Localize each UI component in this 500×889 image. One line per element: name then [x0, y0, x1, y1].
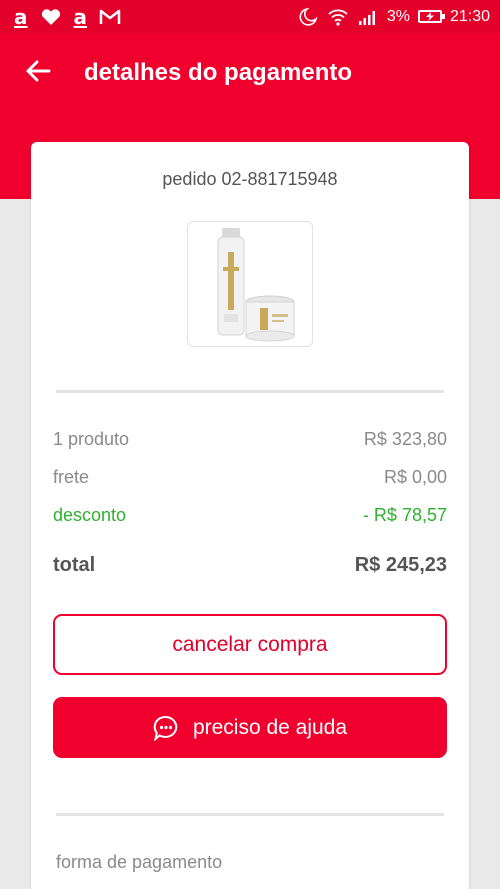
- discount-label: desconto: [53, 505, 127, 525]
- night-mode-icon: [297, 7, 319, 26]
- total-value: R$ 245,23: [354, 554, 447, 576]
- products-label: 1 produto: [53, 429, 130, 449]
- chat-bubble-icon: [153, 715, 179, 741]
- gmail-icon: [99, 8, 121, 26]
- divider: [56, 390, 444, 393]
- clock: 21:30: [449, 7, 490, 25]
- summary-shipping-row: frete R$ 0,00: [53, 467, 447, 488]
- need-help-label: preciso de ajuda: [192, 715, 348, 739]
- americanas-a-icon: a: [73, 4, 88, 29]
- arrow-left-icon[interactable]: [22, 55, 54, 87]
- product-image: [217, 228, 295, 342]
- order-number: pedido 02-881715948: [162, 169, 338, 189]
- americanas-a-icon: a: [14, 4, 28, 29]
- shipping-value: R$ 0,00: [383, 467, 447, 487]
- heart-icon: [40, 8, 62, 26]
- status-bar: a a 3% 21:30: [0, 0, 500, 33]
- shipping-label: frete: [53, 467, 90, 487]
- summary-discount-row: desconto - R$ 78,57: [53, 505, 447, 526]
- payment-method-label: forma de pagamento: [56, 852, 223, 872]
- total-label: total: [53, 554, 96, 576]
- discount-value: - R$ 78,57: [362, 505, 447, 525]
- wifi-icon: [327, 8, 349, 26]
- system-status: 3% 21:30: [297, 7, 490, 26]
- summary-products-row: 1 produto R$ 323,80: [53, 429, 447, 450]
- need-help-button[interactable]: preciso de ajuda: [53, 697, 447, 758]
- cancel-purchase-label: cancelar compra: [172, 632, 328, 656]
- battery-charging-icon: [417, 10, 445, 23]
- order-detail-card: pedido 02-881715948 1 produto R$ 323,80 …: [31, 142, 469, 889]
- page-title: detalhes do pagamento: [84, 59, 353, 86]
- product-thumbnail[interactable]: [187, 221, 313, 347]
- divider: [56, 813, 444, 816]
- products-value: R$ 323,80: [363, 429, 447, 449]
- battery-percent: 3%: [386, 7, 410, 25]
- signal-icon: [357, 8, 379, 26]
- notification-icons: a a: [14, 4, 121, 29]
- cancel-purchase-button[interactable]: cancelar compra: [53, 614, 447, 675]
- summary-total-row: total R$ 245,23: [53, 554, 447, 577]
